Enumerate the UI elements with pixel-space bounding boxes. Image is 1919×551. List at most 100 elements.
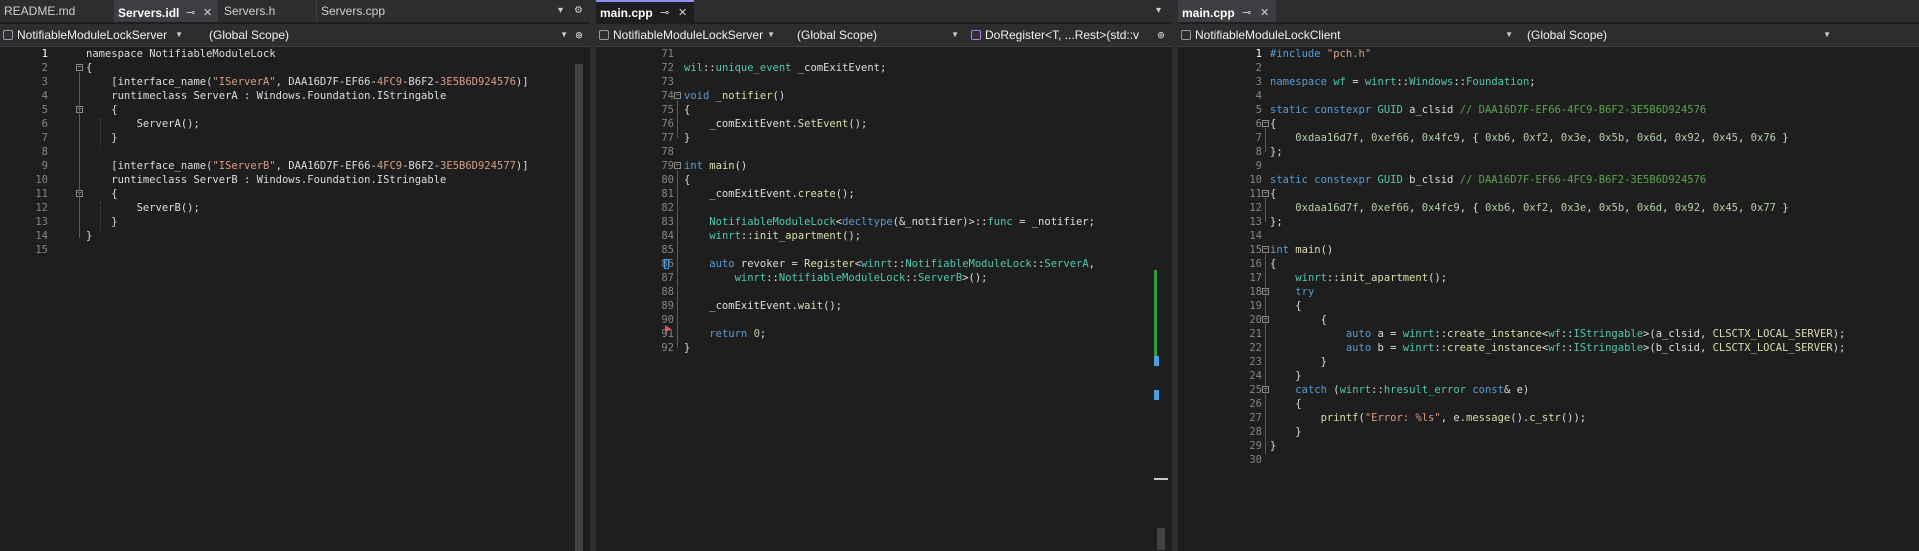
scope-dropdown[interactable]: (Global Scope) ▼ bbox=[206, 26, 571, 44]
line-number: 72 bbox=[661, 62, 674, 74]
line-number: 71 bbox=[661, 48, 674, 60]
tab-servers-idl[interactable]: Servers.idl ⊸ ✕ bbox=[114, 0, 218, 22]
fold-toggle[interactable]: − bbox=[1262, 190, 1269, 197]
line-number: 18 bbox=[1249, 286, 1262, 298]
code-line: } bbox=[684, 132, 691, 144]
tab-main-cpp[interactable]: main.cpp ⊸ ✕ bbox=[596, 0, 694, 22]
line-number: 86 bbox=[661, 258, 674, 270]
line-number: 15 bbox=[1249, 244, 1262, 256]
code-line: #include "pch.h" bbox=[1270, 48, 1372, 60]
tab-label: Servers.h bbox=[224, 4, 276, 18]
line-number: 13 bbox=[1249, 216, 1262, 228]
line-number: 12 bbox=[35, 202, 48, 214]
indent-guide bbox=[79, 72, 80, 238]
line-number: 13 bbox=[35, 216, 48, 228]
tab-list-chevron-icon[interactable]: ▾ bbox=[1156, 0, 1161, 22]
scrollbar-thumb[interactable] bbox=[575, 64, 583, 551]
project-dropdown[interactable]: NotifiableModuleLockServer ▼ bbox=[596, 26, 778, 44]
pin-icon[interactable]: ⊸ bbox=[660, 2, 669, 22]
fold-toggle[interactable]: − bbox=[674, 92, 681, 99]
split-icon[interactable]: ⊕ bbox=[572, 26, 586, 44]
code-line: { bbox=[1270, 398, 1302, 410]
line-number: 78 bbox=[661, 146, 674, 158]
chevron-down-icon: ▼ bbox=[1823, 30, 1831, 39]
code-line: { bbox=[1270, 314, 1327, 326]
line-number: 3 bbox=[41, 76, 48, 88]
code-line: runtimeclass ServerB : Windows.Foundatio… bbox=[86, 174, 447, 186]
pin-icon[interactable]: ⊸ bbox=[1242, 2, 1251, 22]
line-number: 10 bbox=[35, 174, 48, 186]
scope-dropdown[interactable]: (Global Scope) ▼ bbox=[1524, 26, 1834, 44]
code-line: return 0; bbox=[709, 328, 767, 340]
navigation-bar: NotifiableModuleLockClient ▼ (Global Scop… bbox=[1178, 24, 1919, 47]
fold-toggle[interactable]: − bbox=[76, 64, 83, 71]
project-icon bbox=[1181, 30, 1191, 40]
tab-servers-cpp[interactable]: Servers.cpp bbox=[316, 0, 422, 22]
line-number: 87 bbox=[661, 272, 674, 284]
scope-dropdown[interactable]: (Global Scope) ▼ bbox=[794, 26, 962, 44]
code-line: auto b = winrt::create_instance<wf::IStr… bbox=[1345, 342, 1846, 354]
project-name: NotifiableModuleLockClient bbox=[1195, 28, 1341, 42]
change-marker bbox=[1154, 356, 1159, 366]
line-number: 1 bbox=[1255, 48, 1262, 60]
project-dropdown[interactable]: NotifiableModuleLockServer ▼ bbox=[0, 26, 186, 44]
line-number: 17 bbox=[1249, 272, 1262, 284]
project-icon bbox=[599, 30, 609, 40]
line-number: 8 bbox=[41, 146, 48, 158]
gear-icon[interactable]: ⚙ bbox=[574, 0, 583, 22]
fold-toggle[interactable]: − bbox=[1262, 246, 1269, 253]
change-marker bbox=[1154, 270, 1157, 366]
line-number: 73 bbox=[661, 76, 674, 88]
line-number: 21 bbox=[1249, 328, 1262, 340]
code-line: wil::unique_event _comExitEvent; bbox=[684, 62, 887, 74]
fold-toggle[interactable]: − bbox=[1262, 120, 1269, 127]
code-line: printf("Error: %ls", e.message().c_str()… bbox=[1320, 412, 1587, 424]
split-icon[interactable]: ⊕ bbox=[1154, 26, 1168, 44]
code-line: { bbox=[86, 62, 93, 74]
chevron-down-icon: ▼ bbox=[560, 30, 568, 39]
line-number: 29 bbox=[1249, 440, 1262, 452]
editor-pane-left: README.md Servers.idl ⊸ ✕ Servers.h Serv… bbox=[0, 0, 590, 551]
tab-readme[interactable]: README.md bbox=[0, 0, 112, 22]
code-line: static constexpr GUID a_clsid // DAA16D7… bbox=[1270, 104, 1707, 116]
close-icon[interactable]: ✕ bbox=[203, 2, 212, 22]
pin-icon[interactable]: ⊸ bbox=[186, 2, 195, 22]
close-icon[interactable]: ✕ bbox=[678, 2, 687, 22]
project-name: NotifiableModuleLockServer bbox=[613, 28, 764, 42]
code-line: 0xdaa16d7f, 0xef66, 0x4fc9, { 0xb6, 0xf2… bbox=[1295, 132, 1789, 144]
line-number: 2 bbox=[1255, 62, 1262, 74]
line-number: 4 bbox=[41, 90, 48, 102]
scrollbar-thumb[interactable] bbox=[1157, 528, 1165, 550]
line-number: 8 bbox=[1255, 146, 1262, 158]
scope-name: (Global Scope) bbox=[797, 28, 878, 42]
line-number: 9 bbox=[41, 160, 48, 172]
vertical-scrollbar[interactable] bbox=[1154, 48, 1168, 551]
tab-label: Servers.cpp bbox=[321, 4, 386, 18]
line-number: 84 bbox=[661, 230, 674, 242]
tab-label: main.cpp bbox=[1182, 6, 1235, 20]
line-number: 28 bbox=[1249, 426, 1262, 438]
tab-list-chevron-icon[interactable]: ▾ bbox=[558, 0, 563, 22]
code-line: int main() bbox=[684, 160, 748, 172]
line-number: 19 bbox=[1249, 300, 1262, 312]
tab-label: Servers.idl bbox=[118, 6, 180, 20]
code-line: _comExitEvent.create(); bbox=[684, 188, 855, 200]
vertical-scrollbar[interactable] bbox=[572, 48, 586, 551]
line-number: 20 bbox=[1249, 314, 1262, 326]
caret-position-marker bbox=[1154, 478, 1168, 480]
tab-main-cpp[interactable]: main.cpp ⊸ ✕ bbox=[1178, 0, 1276, 22]
line-number: 74 bbox=[661, 90, 674, 102]
member-dropdown[interactable]: DoRegister<T, ...Rest>(std::v bbox=[968, 26, 1151, 44]
tab-bar: README.md Servers.idl ⊸ ✕ Servers.h Serv… bbox=[0, 0, 590, 22]
code-line: winrt::NotifiableModuleLock::ServerB>(); bbox=[734, 272, 988, 284]
code-line: } bbox=[1270, 356, 1327, 368]
tab-servers-h[interactable]: Servers.h bbox=[220, 0, 314, 22]
close-icon[interactable]: ✕ bbox=[1260, 2, 1269, 22]
fold-toggle[interactable]: − bbox=[674, 162, 681, 169]
scope-name: (Global Scope) bbox=[1527, 28, 1608, 42]
scope-name: (Global Scope) bbox=[209, 28, 290, 42]
line-number: 9 bbox=[1255, 160, 1262, 172]
project-dropdown[interactable]: NotifiableModuleLockClient ▼ bbox=[1178, 26, 1516, 44]
line-number: 26 bbox=[1249, 398, 1262, 410]
code-line: } bbox=[86, 132, 118, 144]
